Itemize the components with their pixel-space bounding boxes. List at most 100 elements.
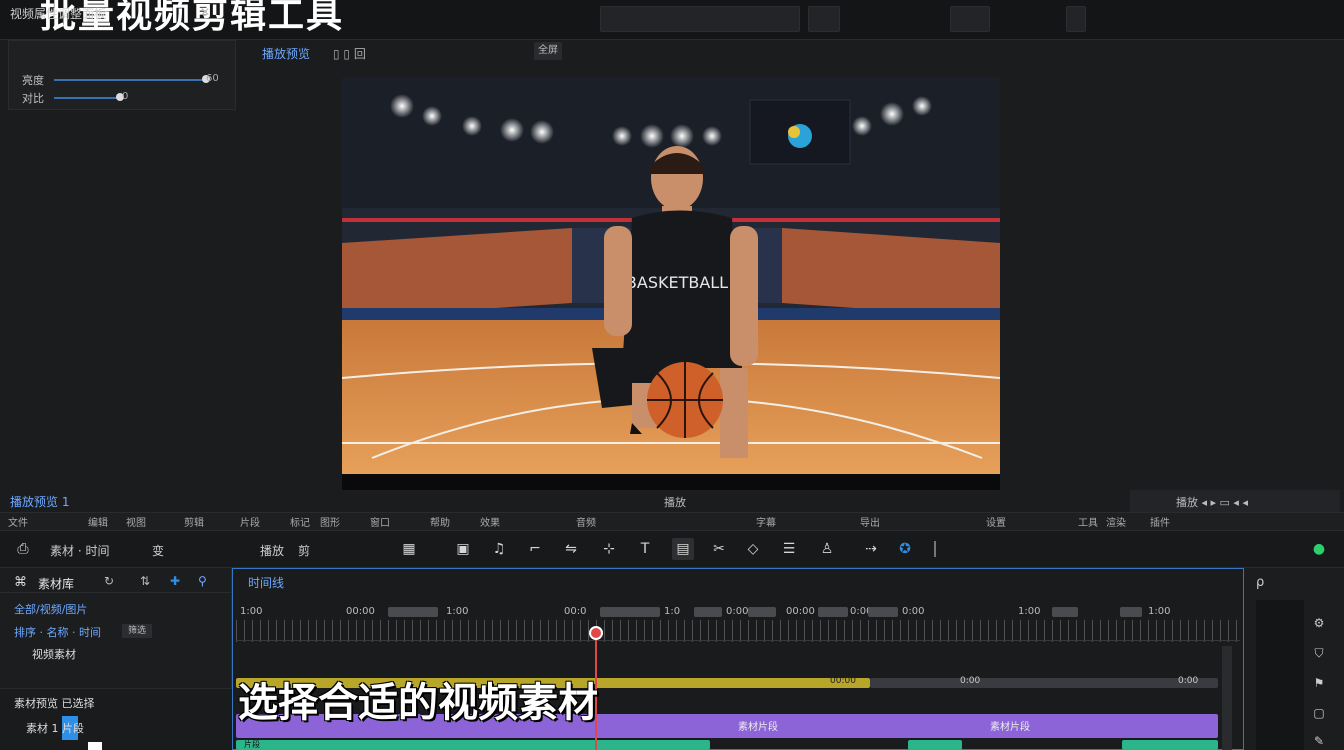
clip-label: 00:00: [830, 676, 856, 686]
lock-icon[interactable]: ▢: [1310, 704, 1328, 722]
timecode-pill: [1052, 607, 1078, 617]
menu-item-audio[interactable]: 音频: [576, 514, 596, 529]
settings-icon[interactable]: ⚙: [1310, 614, 1328, 632]
menu-item-tools[interactable]: 工具: [1078, 514, 1098, 529]
timeline-ruler[interactable]: [236, 620, 1240, 642]
add-icon[interactable]: ✚: [170, 574, 180, 588]
pen-icon[interactable]: ✎: [1310, 732, 1328, 750]
slider-track-contrast[interactable]: [54, 97, 118, 99]
add-marker-icon[interactable]: ⊹: [598, 538, 620, 560]
fullscreen-button[interactable]: 全屏: [534, 42, 562, 60]
preview-tab[interactable]: 播放预览: [262, 45, 310, 62]
preview-info: 播放预览 1: [10, 495, 70, 509]
timeline-tab[interactable]: 时间线: [248, 574, 284, 591]
toolbar-label-cut[interactable]: 剪: [298, 542, 310, 559]
import-icon[interactable]: ⎙: [12, 538, 34, 560]
clip-label: 素材片段: [990, 722, 1030, 733]
slider-label-contrast: 对比: [22, 92, 44, 105]
menu-item-settings[interactable]: 设置: [986, 514, 1006, 529]
timecode: 00:00: [346, 606, 375, 617]
timeline-clip-audio-2[interactable]: [870, 678, 1218, 688]
layer-icon[interactable]: ☰: [778, 538, 800, 560]
crop-icon[interactable]: ⌐: [524, 538, 546, 560]
toolbar-label-play[interactable]: 播放: [260, 542, 284, 559]
playhead-handle[interactable]: [589, 626, 603, 640]
menu-item-render[interactable]: 渲染: [1106, 514, 1126, 529]
media-footer-item[interactable]: 素材 1 片段: [26, 720, 84, 736]
shield-icon[interactable]: ⛉: [1310, 644, 1328, 662]
filter-icon[interactable]: ⚲: [198, 574, 207, 588]
menu-item-effects[interactable]: 效果: [480, 514, 500, 529]
top-tool-button[interactable]: [808, 6, 840, 32]
close-x-icon[interactable]: ✕: [200, 5, 210, 19]
video-label: 播放: [664, 496, 686, 509]
playback-controls[interactable]: 播放 ◂ ▸ ▭ ◂ ◂: [1176, 494, 1248, 510]
menu-item-file[interactable]: 文件: [8, 514, 28, 529]
media-list-item[interactable]: 视频素材: [32, 646, 76, 662]
menu-item-marker[interactable]: 标记: [290, 514, 310, 529]
flag-icon[interactable]: ⚑: [1310, 674, 1328, 692]
media-divider: [0, 592, 232, 593]
preview-tab-extra: ▯ ▯ 回: [333, 47, 366, 61]
menu-item-graphics[interactable]: 图形: [320, 514, 340, 529]
top-tool-button-3[interactable]: [1066, 6, 1086, 32]
timecode: 0:00: [726, 606, 749, 617]
menu-item-window[interactable]: 窗口: [370, 514, 390, 529]
media-filter-chip[interactable]: 筛选: [122, 624, 152, 638]
clip-label: 0:00: [1178, 676, 1199, 686]
brand-icon[interactable]: ✪: [894, 538, 916, 560]
timecode: 1:00: [1148, 606, 1171, 617]
toolbar-label-media[interactable]: 素材 · 时间: [50, 542, 109, 559]
top-search-field[interactable]: [600, 6, 800, 32]
media-library-icon: ⌘: [14, 575, 27, 590]
slider-label-brightness: 亮度: [22, 74, 44, 87]
timeline-clip-green-2[interactable]: [908, 740, 962, 750]
menu-item-segment[interactable]: 片段: [240, 514, 260, 529]
video-preview[interactable]: BASKETBALL: [342, 78, 1000, 490]
timecode: 0:00: [902, 606, 925, 617]
timeline-clip-green-3[interactable]: [1122, 740, 1218, 750]
select-icon[interactable]: ▣: [452, 538, 474, 560]
shape-icon[interactable]: ◇: [742, 538, 764, 560]
top-tool-button-2[interactable]: [950, 6, 990, 32]
timeline-clip-green[interactable]: [236, 740, 710, 750]
timecode-pill: [818, 607, 848, 617]
panel-toggle-icon[interactable]: ρ: [1256, 575, 1264, 590]
status-ok-icon[interactable]: ●: [1308, 538, 1330, 560]
toolbar-divider: [934, 541, 936, 557]
text-icon[interactable]: T: [634, 538, 656, 560]
folder-icon[interactable]: ▦: [398, 538, 420, 560]
person-icon[interactable]: ♙: [816, 538, 838, 560]
link-icon[interactable]: ⇢: [860, 538, 882, 560]
transition-icon[interactable]: ⇋: [560, 538, 582, 560]
timeline-scrollbar[interactable]: [1222, 646, 1232, 750]
timecode: 00:0: [564, 606, 587, 617]
menu-item-subtitle[interactable]: 字幕: [756, 514, 776, 529]
timecode-pill: [600, 607, 660, 617]
timecode: 00:00: [786, 606, 815, 617]
menu-item-export[interactable]: 导出: [860, 514, 880, 529]
cut-icon[interactable]: ✂: [708, 538, 730, 560]
menu-item-view[interactable]: 视图: [126, 514, 146, 529]
clip-label: 0:00: [960, 676, 981, 686]
media-footer-title: 素材预览 已选择: [14, 697, 95, 710]
menu-item-plugins[interactable]: 插件: [1150, 514, 1170, 529]
screen-icon[interactable]: ▤: [672, 538, 694, 560]
clip-label: 素材片段: [738, 722, 778, 733]
menu-item-help[interactable]: 帮助: [430, 514, 450, 529]
music-icon[interactable]: ♫: [488, 538, 510, 560]
slider-value-brightness: 60: [206, 73, 219, 84]
right-panel-inner: [1256, 600, 1304, 750]
refresh-icon[interactable]: ↻: [104, 574, 114, 588]
toolbar-label-change[interactable]: 变: [152, 542, 164, 559]
sort-icon[interactable]: ⇅: [140, 574, 150, 588]
timecode: 1:00: [446, 606, 469, 617]
subtitle-caption: 选择合适的视频素材: [238, 680, 598, 726]
menu-item-edit[interactable]: 编辑: [88, 514, 108, 529]
timecode-pill: [1120, 607, 1142, 617]
media-filter[interactable]: 全部/视频/图片: [14, 601, 87, 617]
media-sort[interactable]: 排序 · 名称 · 时间: [14, 624, 101, 640]
properties-title: 视频属性调整面板: [10, 7, 107, 21]
slider-track-brightness[interactable]: [54, 79, 204, 81]
menu-item-clip[interactable]: 剪辑: [184, 514, 204, 529]
